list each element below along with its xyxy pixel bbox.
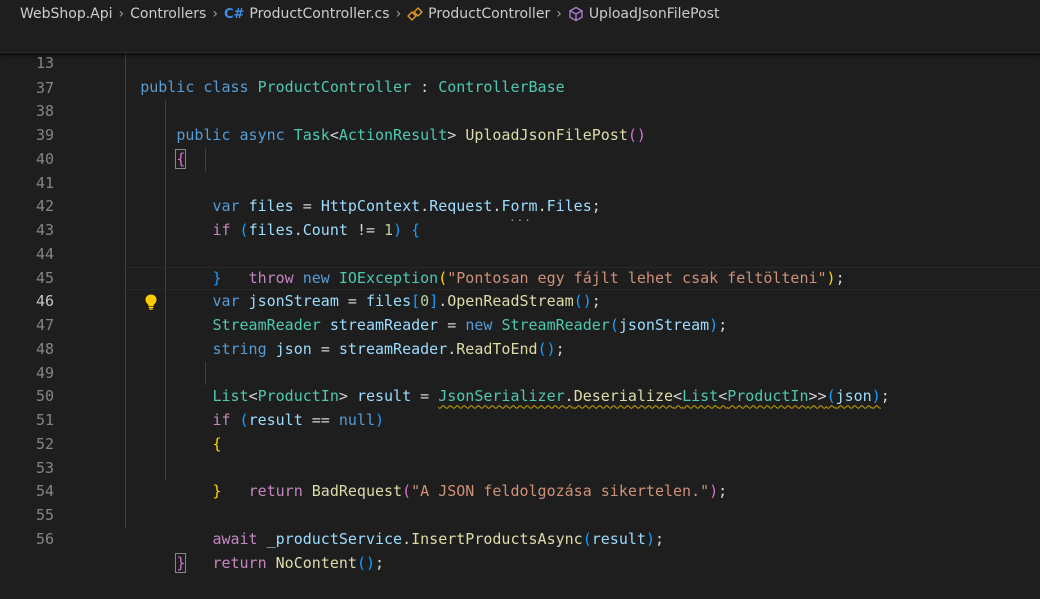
indent-guide bbox=[165, 147, 166, 172]
class-symbol-icon bbox=[407, 6, 424, 22]
breadcrumb-class-label: ProductController bbox=[428, 6, 551, 22]
indent-guide bbox=[125, 219, 126, 243]
code-line-47[interactable]: 47 bbox=[0, 290, 1040, 334]
indent-guide bbox=[165, 385, 166, 409]
code-line-50[interactable]: 50 return BadRequest("A JSON feldolgozás… bbox=[0, 361, 1040, 500]
indent-guide bbox=[165, 195, 166, 219]
breadcrumb-folder[interactable]: Controllers bbox=[130, 6, 206, 22]
code-line-41[interactable]: 41 throw new IOException("Pontosan egy f… bbox=[0, 147, 1040, 287]
indent-guide bbox=[125, 52, 126, 77]
breadcrumb-method[interactable]: UploadJsonFilePost bbox=[568, 6, 720, 22]
indent-guide bbox=[125, 409, 126, 433]
code-line-54[interactable]: 54 return NoContent(); bbox=[0, 456, 1040, 572]
lightbulb-icon[interactable] bbox=[88, 270, 157, 310]
breadcrumb-file-label: ProductController.cs bbox=[249, 6, 390, 22]
code-line-44[interactable]: 44 StreamReader streamReader = new Strea… bbox=[0, 215, 1040, 334]
indent-guide bbox=[125, 456, 126, 481]
code-line-51[interactable]: 51 } bbox=[0, 385, 1040, 500]
indent-guide bbox=[125, 100, 126, 124]
code-line-40[interactable]: 40 if (files.Count != 1) { bbox=[0, 124, 1040, 239]
indent-guide bbox=[165, 432, 166, 457]
code-line-55[interactable]: 55 } bbox=[0, 480, 1040, 573]
indent-guide bbox=[125, 337, 126, 362]
code-line-49[interactable]: 49 { bbox=[0, 337, 1040, 453]
code-line-46[interactable]: 46 List<ProductIn> result = JsonSerializ… bbox=[0, 266, 1040, 405]
indent-guide bbox=[125, 195, 126, 219]
breadcrumb-class[interactable]: ProductController bbox=[407, 6, 550, 22]
line-number: 13 bbox=[35, 53, 54, 72]
code-text: await _productService.InsertProductsAsyn… bbox=[212, 529, 664, 548]
indent-guide bbox=[165, 314, 166, 338]
code-line-56[interactable]: 56 bbox=[0, 504, 1040, 548]
indent-guide bbox=[165, 100, 166, 124]
breadcrumb-file[interactable]: C# ProductController.cs bbox=[224, 6, 390, 22]
indent-guide bbox=[125, 361, 126, 386]
chevron-right-icon: › bbox=[118, 6, 125, 22]
breadcrumb-method-label: UploadJsonFilePost bbox=[588, 6, 720, 22]
line-number: 56 bbox=[35, 529, 54, 548]
indent-guide bbox=[125, 242, 126, 267]
indent-guide bbox=[125, 314, 126, 338]
indent-guide bbox=[125, 480, 126, 504]
indent-guide bbox=[125, 171, 126, 196]
breadcrumb-project[interactable]: WebShop.Api bbox=[20, 6, 113, 22]
breadcrumb-project-label: WebShop.Api bbox=[20, 6, 113, 22]
indent-guide bbox=[165, 124, 166, 148]
code-line-39[interactable]: 39 var files = HttpContext.Request.Form.… bbox=[0, 100, 1040, 215]
indent-guide bbox=[125, 432, 126, 457]
chevron-right-icon: › bbox=[212, 6, 218, 22]
indent-guide bbox=[165, 456, 166, 481]
indent-guide bbox=[125, 504, 126, 528]
breadcrumb: WebShop.Api › Controllers › C# ProductCo… bbox=[0, 0, 1040, 28]
indent-guide bbox=[165, 266, 166, 291]
method-symbol-icon bbox=[568, 6, 584, 22]
indent-guide bbox=[165, 409, 166, 433]
code-editor[interactable]: 13 public class ProductController : Cont… bbox=[0, 28, 1040, 573]
indent-guide bbox=[125, 385, 126, 409]
code-line-48[interactable]: 48 if (result == null) bbox=[0, 314, 1040, 429]
code-line-45[interactable]: 45 string json = streamReader.ReadToEnd(… bbox=[0, 242, 1040, 358]
code-line: public class ProductController : Control… bbox=[140, 77, 565, 96]
code-text: } bbox=[175, 552, 187, 573]
indent-guide bbox=[165, 219, 166, 243]
indent-guide bbox=[205, 361, 206, 386]
code-line-53[interactable]: 53 await _productService.InsertProductsA… bbox=[0, 432, 1040, 548]
breadcrumb-folder-label: Controllers bbox=[130, 6, 207, 22]
indent-guide bbox=[165, 171, 166, 196]
code-line-42[interactable]: 42 } bbox=[0, 171, 1040, 287]
indent-guide bbox=[205, 147, 206, 172]
csharp-file-icon: C# bbox=[223, 6, 245, 22]
chevron-right-icon: › bbox=[556, 6, 562, 22]
indent-guide bbox=[165, 337, 166, 362]
suggestion-dots-icon[interactable]: ··· bbox=[509, 215, 532, 226]
sticky-scroll-line[interactable]: 13 public class ProductController : Cont… bbox=[0, 28, 1040, 96]
code-line-52[interactable]: 52 bbox=[0, 409, 1040, 453]
indent-guide bbox=[125, 266, 126, 291]
indent-guide bbox=[125, 124, 126, 148]
code-line-37[interactable]: 37 public async Task<ActionResult> Uploa… bbox=[0, 52, 1040, 144]
indent-guide bbox=[165, 242, 166, 267]
indent-guide bbox=[165, 290, 166, 314]
chevron-right-icon: › bbox=[395, 6, 402, 22]
indent-guide bbox=[165, 361, 166, 386]
indent-guide bbox=[125, 147, 126, 172]
indent-guide bbox=[125, 290, 126, 314]
